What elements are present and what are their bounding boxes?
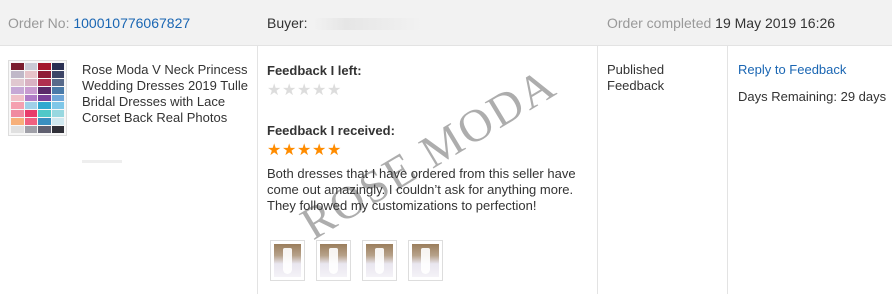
dress-photo-image [274, 244, 301, 277]
dress-photo-image [320, 244, 347, 277]
star-icon: ★ [267, 142, 282, 159]
feedback-received-stars: ★★★★★ [267, 143, 342, 159]
color-swatch [38, 86, 51, 94]
buyer-block: Buyer: [267, 15, 424, 31]
color-swatch [11, 126, 24, 133]
reply-to-feedback-link[interactable]: Reply to Feedback [738, 62, 892, 78]
color-swatch [24, 78, 37, 86]
star-icon[interactable]: ★ [282, 83, 297, 99]
dress-photo-image [366, 244, 393, 277]
order-completed-label: Order completed [607, 15, 712, 31]
color-swatch [11, 63, 24, 70]
color-swatch [24, 86, 37, 94]
order-number-link[interactable]: 100010776067827 [73, 15, 190, 31]
order-row: Rose Moda V Neck Princess Wedding Dresse… [0, 46, 892, 294]
buyer-name-redacted [313, 18, 424, 31]
feedback-left-stars[interactable]: ★★★★★ [267, 83, 342, 99]
column-divider [257, 46, 258, 294]
star-icon: ★ [297, 142, 312, 159]
order-completed-block: Order completed 19 May 2019 16:26 [607, 15, 835, 31]
color-swatch [24, 126, 37, 133]
color-swatch [38, 102, 51, 110]
color-swatch [11, 86, 24, 94]
color-swatch [51, 78, 64, 86]
color-swatch [51, 86, 64, 94]
color-swatch [51, 94, 64, 102]
color-swatch [11, 94, 24, 102]
star-icon: ★ [282, 142, 297, 159]
star-icon[interactable]: ★ [312, 83, 327, 99]
color-swatch [38, 78, 51, 86]
color-swatch [11, 70, 24, 78]
color-swatch [24, 70, 37, 78]
column-divider [597, 46, 598, 294]
color-swatch [51, 110, 64, 118]
color-swatch [38, 70, 51, 78]
product-attributes-placeholder [82, 160, 122, 163]
color-swatch [11, 78, 24, 86]
color-swatch [38, 110, 51, 118]
color-swatch [38, 94, 51, 102]
color-swatch [11, 110, 24, 118]
order-number-block: Order No: 100010776067827 [8, 15, 190, 31]
order-header: Order No: 100010776067827 Buyer: Order c… [0, 0, 892, 46]
color-swatch [51, 102, 64, 110]
order-completed-date: 19 May 2019 16:26 [715, 15, 836, 31]
column-divider [727, 46, 728, 294]
color-swatch [51, 63, 64, 70]
color-swatch [24, 63, 37, 70]
feedback-photos [270, 240, 443, 281]
feedback-status: Published Feedback [607, 62, 665, 93]
color-swatch [38, 118, 51, 126]
product-thumbnail[interactable] [8, 60, 67, 136]
star-icon[interactable]: ★ [327, 83, 342, 99]
color-swatch-grid [11, 63, 64, 133]
product-title-link[interactable]: Rose Moda V Neck Princess Wedding Dresse… [82, 62, 254, 126]
color-swatch [51, 70, 64, 78]
color-swatch [51, 118, 64, 126]
color-swatch [38, 126, 51, 133]
star-icon: ★ [327, 142, 342, 159]
order-number-label: Order No: [8, 15, 70, 31]
feedback-left-heading: Feedback I left: [267, 63, 362, 78]
star-icon[interactable]: ★ [267, 83, 282, 99]
color-swatch [38, 63, 51, 70]
buyer-label: Buyer: [267, 15, 308, 31]
action-column: Reply to Feedback Days Remaining: 29 day… [738, 62, 892, 105]
days-remaining: Days Remaining: 29 days [738, 89, 887, 104]
color-swatch [24, 102, 37, 110]
color-swatch [24, 94, 37, 102]
star-icon[interactable]: ★ [297, 83, 312, 99]
feedback-photo[interactable] [270, 240, 305, 281]
dress-photo-image [412, 244, 439, 277]
star-icon: ★ [312, 142, 327, 159]
feedback-photo[interactable] [362, 240, 397, 281]
color-swatch [11, 118, 24, 126]
feedback-received-heading: Feedback I received: [267, 123, 395, 138]
feedback-photo[interactable] [408, 240, 443, 281]
color-swatch [24, 110, 37, 118]
color-swatch [51, 126, 64, 133]
color-swatch [24, 118, 37, 126]
color-swatch [11, 102, 24, 110]
